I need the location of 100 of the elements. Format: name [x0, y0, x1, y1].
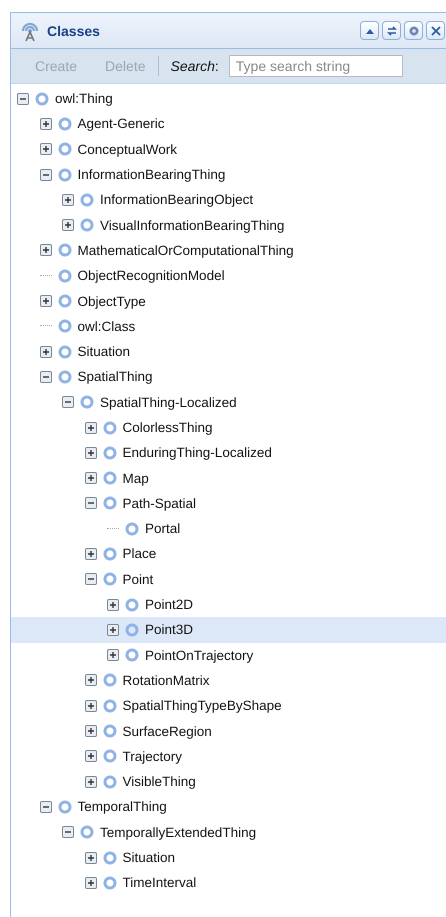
collapse-icon[interactable]	[17, 92, 29, 105]
collapse-button[interactable]	[360, 21, 379, 40]
ring-icon	[102, 546, 116, 561]
ring-icon	[102, 496, 116, 510]
ring-icon	[58, 168, 72, 182]
expand-icon[interactable]	[40, 118, 52, 130]
expand-icon[interactable]	[107, 649, 119, 662]
tree-row[interactable]: Portal	[11, 516, 446, 542]
collapse-icon[interactable]	[62, 396, 74, 408]
expand-icon[interactable]	[40, 346, 52, 358]
ring-icon	[102, 774, 116, 789]
class-label: MathematicalOrComputationalThing	[78, 242, 294, 258]
tree-row[interactable]: SurfaceRegion	[11, 718, 446, 744]
expand-icon[interactable]	[84, 422, 96, 434]
expand-icon[interactable]	[84, 725, 96, 738]
collapse-icon[interactable]	[40, 800, 52, 813]
expand-icon[interactable]	[84, 776, 96, 788]
tree-row[interactable]: ConceptualWork	[11, 136, 446, 162]
panel-title: Classes	[47, 22, 101, 38]
expand-icon[interactable]	[107, 598, 119, 611]
expand-icon[interactable]	[84, 700, 96, 712]
collapse-icon[interactable]	[84, 573, 96, 586]
ring-icon	[58, 268, 72, 283]
expand-icon[interactable]	[84, 674, 96, 686]
expand-icon[interactable]	[84, 876, 96, 889]
tree-row[interactable]: VisibleThing	[11, 769, 446, 794]
search-field[interactable]: Type search string	[228, 55, 403, 77]
class-label: InformationBearingObject	[100, 192, 254, 208]
expand-icon[interactable]	[84, 472, 96, 484]
tree-row[interactable]: RotationMatrix	[11, 668, 446, 694]
class-label: Situation	[122, 850, 176, 866]
ring-icon	[58, 319, 72, 334]
expand-icon[interactable]	[40, 143, 52, 156]
ring-icon	[80, 192, 94, 207]
tree-row[interactable]: ObjectType	[11, 288, 446, 314]
ring-icon	[58, 142, 72, 156]
search-label: Search:	[170, 58, 219, 74]
tree-row[interactable]: InformationBearingThing	[11, 162, 446, 188]
tree-row[interactable]: TimeInterval	[11, 870, 446, 896]
refresh-icon	[384, 24, 398, 38]
expand-icon[interactable]	[62, 194, 74, 206]
tree-row[interactable]: VisualInformationBearingThing	[11, 212, 446, 238]
tree-row[interactable]: owl:Thing	[11, 86, 446, 112]
class-label: PointOnTrajectory	[145, 648, 254, 663]
tree-row[interactable]: Point3D	[11, 617, 446, 643]
ring-icon	[58, 243, 72, 258]
expand-icon[interactable]	[62, 219, 74, 232]
ring-icon	[125, 622, 139, 637]
tree-row[interactable]: SpatialThingTypeByShape	[11, 693, 446, 718]
ring-icon	[125, 598, 139, 612]
ring-icon	[102, 724, 116, 738]
tree-row[interactable]: Point2D	[11, 592, 446, 618]
tree-row[interactable]: Situation	[11, 338, 446, 364]
tree-row[interactable]: SpatialThing-Localized	[11, 390, 446, 415]
ring-icon	[58, 370, 72, 384]
expand-icon[interactable]	[84, 548, 96, 560]
class-label: ObjectRecognitionModel	[78, 268, 225, 284]
tree-row[interactable]: SpatialThing	[11, 364, 446, 390]
refresh-button[interactable]	[382, 21, 401, 40]
tree-row[interactable]: TemporalThing	[11, 794, 446, 820]
class-label: Point3D	[145, 622, 194, 638]
class-label: SurfaceRegion	[122, 724, 212, 739]
ring-icon	[102, 446, 116, 460]
ring-icon	[58, 800, 72, 814]
ring-icon	[58, 344, 72, 359]
tree-row[interactable]: ObjectRecognitionModel	[11, 263, 446, 288]
ring-icon	[102, 572, 116, 586]
tree-row[interactable]: Map	[11, 465, 446, 491]
class-label: Path-Spatial	[122, 496, 196, 511]
class-label: ConceptualWork	[78, 142, 178, 157]
tree-row[interactable]: Path-Spatial	[11, 490, 446, 516]
expand-icon[interactable]	[40, 295, 52, 308]
class-label: Point2D	[145, 597, 194, 612]
tree-row[interactable]: Situation	[11, 844, 446, 870]
collapse-icon[interactable]	[62, 826, 74, 838]
tree-row[interactable]: Place	[11, 541, 446, 567]
tree-row[interactable]: Trajectory	[11, 744, 446, 770]
ring-icon	[102, 420, 116, 434]
expand-icon[interactable]	[84, 852, 96, 864]
expand-icon[interactable]	[107, 624, 119, 636]
tree-row[interactable]: TemporallyExtendedThing	[11, 820, 446, 845]
tree-row[interactable]: MathematicalOrComputationalThing	[11, 238, 446, 264]
collapse-icon[interactable]	[40, 168, 52, 181]
expand-icon[interactable]	[84, 446, 96, 459]
tree-row[interactable]: ColorlessThing	[11, 414, 446, 440]
ring-icon	[80, 825, 94, 840]
expand-icon[interactable]	[84, 750, 96, 762]
class-label: TemporalThing	[78, 799, 167, 814]
tree-row[interactable]: owl:Class	[11, 314, 446, 339]
collapse-icon[interactable]	[84, 497, 96, 510]
tree-row[interactable]: Point	[11, 566, 446, 592]
settings-button[interactable]	[404, 21, 423, 40]
tree-row[interactable]: EnduringThing-Localized	[11, 440, 446, 466]
ring-icon	[102, 850, 116, 865]
tree-row[interactable]: PointOnTrajectory	[11, 642, 446, 668]
expand-icon[interactable]	[40, 244, 52, 256]
close-button[interactable]	[426, 21, 445, 40]
collapse-icon[interactable]	[40, 370, 52, 383]
tree-row[interactable]: Agent-Generic	[11, 111, 446, 137]
tree-row[interactable]: InformationBearingObject	[11, 187, 446, 212]
